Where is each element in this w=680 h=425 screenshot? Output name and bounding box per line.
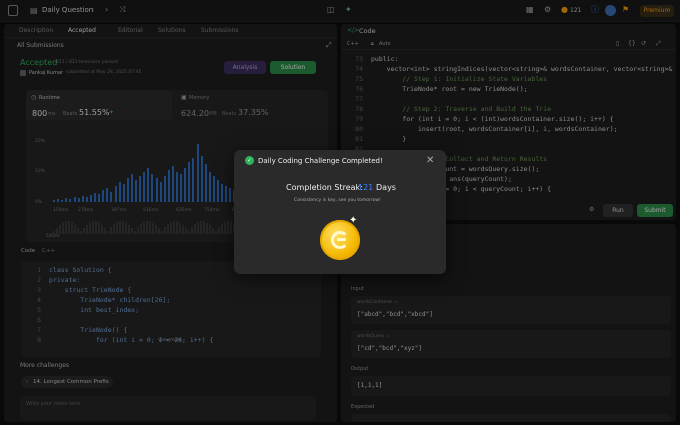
streak-unit: Days: [376, 183, 396, 192]
streak-value: 121: [358, 183, 374, 192]
streak-label: Completion Streak:: [286, 183, 363, 192]
check-circle-icon: ✓: [245, 156, 254, 165]
close-icon[interactable]: ✕: [426, 155, 434, 166]
completion-modal: ✓ Daily Coding Challenge Completed! ✕ Co…: [234, 150, 446, 274]
modal-message: Consistency is key, see you tomorrow!: [294, 198, 381, 203]
modal-title: Daily Coding Challenge Completed!: [258, 157, 383, 165]
coin-badge-icon: ✦: [320, 215, 360, 260]
sparkle-icon: ✦: [349, 215, 358, 226]
